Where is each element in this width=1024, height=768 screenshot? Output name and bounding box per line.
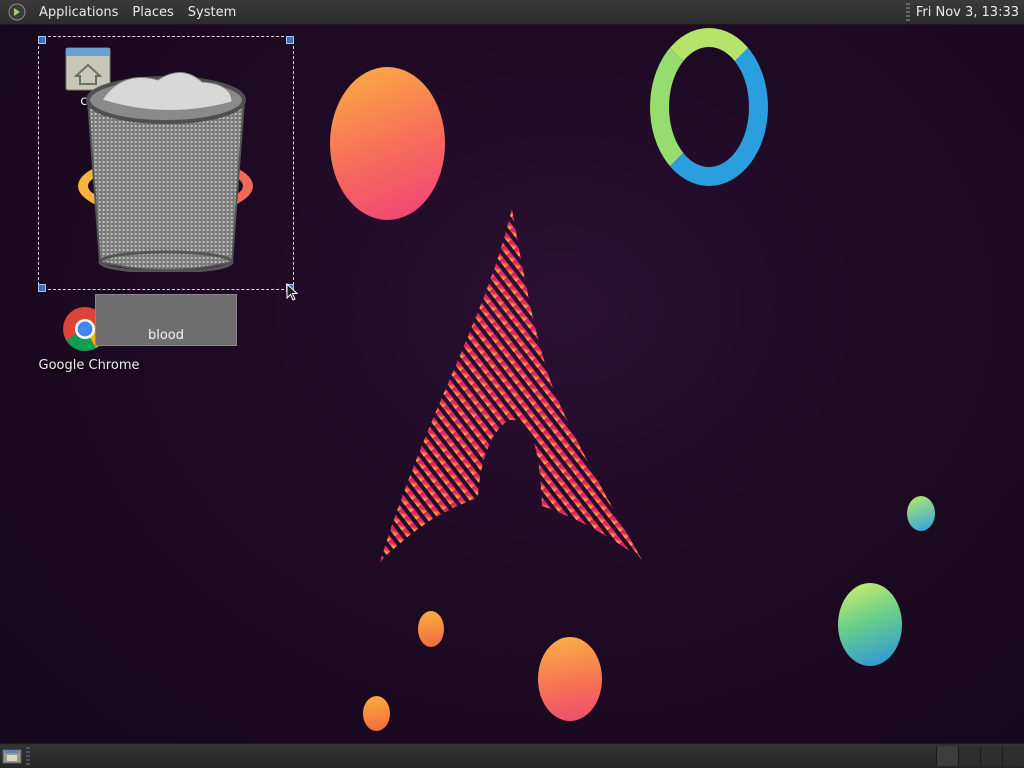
selection-handle-top-left[interactable] xyxy=(38,36,46,44)
places-menu[interactable]: Places xyxy=(125,5,180,20)
workspace-2[interactable] xyxy=(958,746,980,766)
panel-drag-handle[interactable] xyxy=(905,3,910,21)
rubber-band-selection xyxy=(38,36,294,290)
desktop-icon-chrome-label: Google Chrome xyxy=(38,358,140,373)
mouse-cursor-icon xyxy=(286,283,298,301)
selection-handle-top-right[interactable] xyxy=(286,36,294,44)
clock-area: Fri Nov 3, 13:33 xyxy=(905,0,1024,24)
workspace-switcher[interactable] xyxy=(936,746,1024,766)
rename-text-value[interactable]: blood xyxy=(148,328,184,343)
wallpaper-ring xyxy=(650,28,768,186)
workspace-3[interactable] xyxy=(980,746,1002,766)
arch-linux-logo xyxy=(380,208,642,562)
rename-text-field[interactable]: blood xyxy=(95,294,237,346)
bottom-panel xyxy=(0,743,1024,768)
applications-menu[interactable]: Applications xyxy=(32,5,125,20)
wallpaper-green-blue-ellipse xyxy=(838,583,902,666)
wallpaper-orange-ellipse xyxy=(330,67,445,220)
bottom-panel-drag-handle[interactable] xyxy=(26,747,30,765)
clock[interactable]: Fri Nov 3, 13:33 xyxy=(916,5,1024,20)
wallpaper-orange-blob-small xyxy=(418,611,444,647)
wallpaper-orange-blob-medium xyxy=(538,637,602,721)
workspace-1[interactable] xyxy=(936,746,958,766)
wallpaper-small-teal-ellipse xyxy=(907,496,935,531)
system-menu[interactable]: System xyxy=(181,5,243,20)
workspace-4[interactable] xyxy=(1002,746,1024,766)
wallpaper-orange-blob-tiny xyxy=(363,696,390,731)
show-desktop-icon[interactable] xyxy=(2,747,22,765)
selection-handle-bottom-left[interactable] xyxy=(38,284,46,292)
top-panel: Applications Places System Fri Nov 3, 13… xyxy=(0,0,1024,25)
gnome-foot-logo-icon[interactable] xyxy=(8,3,26,21)
